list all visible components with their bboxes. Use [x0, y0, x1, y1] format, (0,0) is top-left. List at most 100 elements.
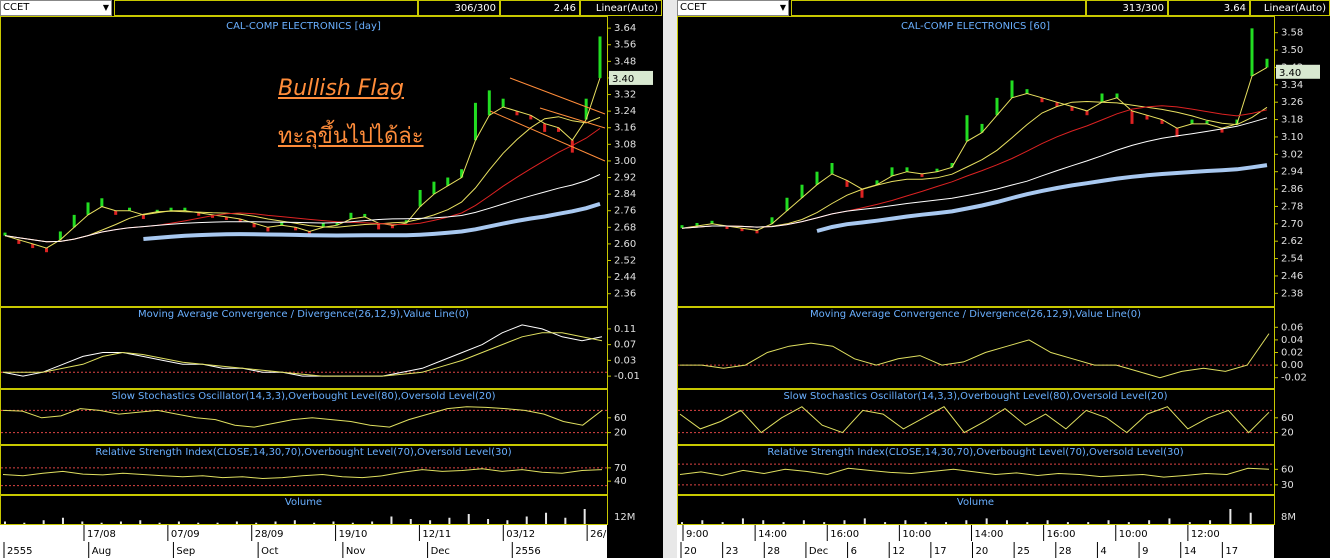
volume-bar — [197, 522, 200, 524]
x-tick-label: 10:00 — [1119, 529, 1148, 540]
volume-bar — [564, 517, 567, 524]
volume-bar — [525, 516, 528, 524]
y-tick-label: 3.18 — [1281, 115, 1303, 126]
volume-bar — [487, 519, 490, 524]
price-candle — [1100, 93, 1104, 103]
volume-bar — [945, 522, 948, 524]
y-tick-label: 2.54 — [1281, 254, 1303, 265]
y-tick-label: -0.01 — [614, 371, 640, 382]
symbol-select-left[interactable]: CCET ▼ — [0, 0, 112, 16]
price-candle — [800, 184, 804, 198]
volume-bar — [177, 521, 180, 524]
y-tick-label: 2.68 — [614, 222, 636, 233]
panel-splitter[interactable] — [663, 0, 677, 558]
header-blank-right — [791, 0, 1086, 16]
stoch-series-line — [2, 406, 603, 428]
price-candle — [432, 181, 436, 195]
y-tick-label: 2.52 — [614, 256, 636, 267]
x-tick-label: 9:00 — [686, 529, 708, 540]
volume-bar — [762, 520, 765, 524]
price-candle — [349, 212, 353, 220]
price-candle — [1265, 58, 1269, 68]
volume-bar — [904, 520, 907, 524]
volume-bar — [1249, 512, 1252, 524]
moving-average-line — [681, 105, 1268, 229]
x-tick-label: Dec — [809, 546, 828, 557]
volume-bar — [429, 520, 432, 524]
moving-average-line — [681, 100, 1268, 229]
volume-bar — [158, 522, 161, 524]
y-tick-label: 30 — [1281, 480, 1294, 491]
x-tick-label: 9 — [1142, 546, 1148, 557]
y-tick-label: 2.60 — [614, 239, 636, 250]
chart-right[interactable]: CAL-COMP ELECTRONICS [60]3.583.503.423.3… — [677, 16, 1330, 558]
y-tick-label: 0.03 — [614, 355, 636, 366]
volume-bar — [1148, 520, 1151, 524]
stoch-title: Slow Stochastics Oscillator(14,3,3),Over… — [111, 391, 495, 402]
y-tick-label: 3.26 — [1281, 97, 1303, 108]
y-tick-label: 12M — [614, 512, 635, 523]
scale-mode-right[interactable]: Linear(Auto) — [1250, 0, 1330, 16]
price-candle — [1025, 89, 1029, 94]
symbol-value: CCET — [680, 2, 707, 13]
volume-bar — [119, 521, 122, 524]
volume-bar — [843, 520, 846, 524]
y-tick-label: 0.00 — [1281, 360, 1303, 371]
volume-bar — [61, 517, 64, 524]
price-candle — [141, 214, 145, 220]
price-candle — [45, 248, 49, 253]
x-tick-label: 17/08 — [87, 529, 116, 540]
x-tick-label: 28 — [767, 546, 780, 557]
price-candle — [446, 177, 450, 186]
y-tick-label: 0.04 — [1281, 335, 1303, 346]
symbol-value: CCET — [3, 2, 30, 13]
x-tick-label: Oct — [261, 546, 278, 557]
long-moving-average-line — [143, 201, 601, 241]
volume-bar — [100, 522, 103, 524]
rsi-series-line — [679, 467, 1270, 478]
volume-title: Volume — [285, 497, 322, 508]
volume-bar — [1066, 522, 1069, 524]
volume-bar — [255, 522, 258, 524]
price-candle — [995, 97, 999, 116]
y-tick-label: 2.84 — [614, 189, 636, 200]
y-tick-label: 70 — [614, 463, 627, 474]
price-candle — [543, 123, 547, 132]
price-candle — [890, 167, 894, 177]
header-blank-left — [114, 0, 418, 16]
x-tick-label: 10:00 — [902, 529, 931, 540]
volume-bar — [1087, 522, 1090, 524]
volume-bar — [1168, 518, 1171, 524]
y-tick-label: 2.70 — [1281, 219, 1303, 230]
chevron-down-icon: ▼ — [779, 3, 786, 12]
x-tick-label: 2556 — [515, 546, 540, 557]
volume-bar — [390, 516, 393, 524]
x-tick-label: 17 — [1225, 546, 1238, 557]
price-candle — [1115, 93, 1119, 98]
y-tick-label: 2.46 — [1281, 271, 1303, 282]
rsi-series-line — [2, 468, 603, 480]
volume-bar — [1127, 522, 1130, 524]
annotation-bullish-flag: Bullish Flag — [278, 76, 404, 101]
x-tick-label: Dec — [431, 546, 450, 557]
symbol-select-right[interactable]: CCET ▼ — [677, 0, 789, 16]
volume-bar — [293, 520, 296, 524]
price-candle — [598, 36, 602, 78]
y-tick-label: 3.16 — [614, 123, 636, 134]
price-candle — [1085, 110, 1089, 116]
y-tick-label: 0.06 — [1281, 322, 1303, 333]
x-tick-label: 20 — [976, 546, 989, 557]
volume-bar — [332, 521, 335, 524]
price-candle — [1190, 119, 1194, 124]
volume-bar — [313, 522, 316, 524]
x-tick-label: 03/12 — [506, 529, 535, 540]
scale-mode-left[interactable]: Linear(Auto) — [580, 0, 662, 16]
x-tick-label: 19/10 — [339, 529, 368, 540]
x-tick-label: 6 — [851, 546, 857, 557]
y-tick-label: 3.64 — [614, 23, 636, 34]
volume-bar — [506, 520, 509, 524]
x-tick-label: 14:00 — [758, 529, 787, 540]
x-tick-label: 26/12 — [590, 529, 619, 540]
volume-bar — [701, 520, 704, 524]
x-tick-label: 12:00 — [1191, 529, 1220, 540]
